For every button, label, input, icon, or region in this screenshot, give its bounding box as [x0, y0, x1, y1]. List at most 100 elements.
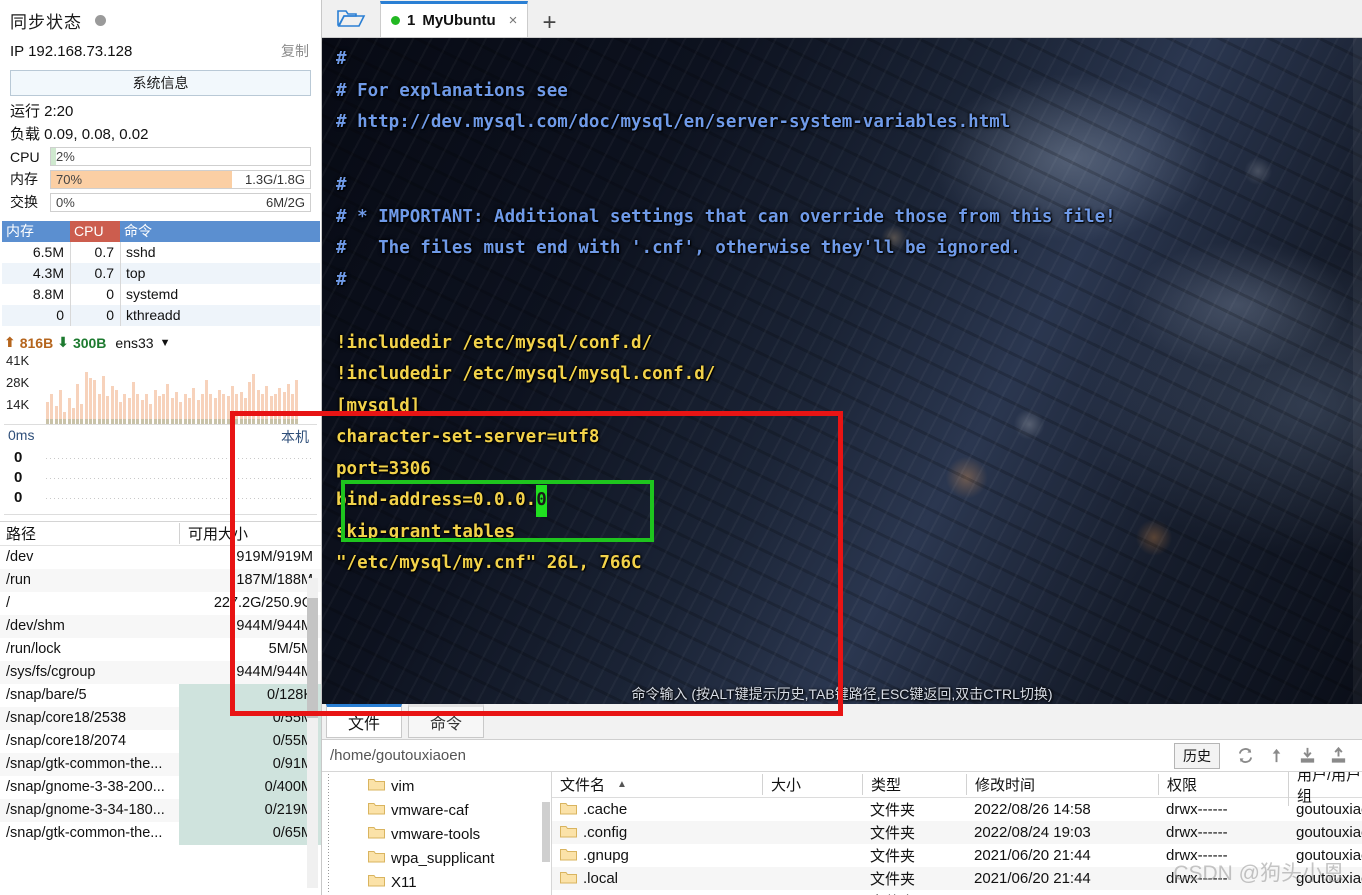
tree-item[interactable]: vmware-caf — [322, 798, 551, 822]
net-download-value: 300B — [72, 334, 107, 351]
file-col-name[interactable]: 文件名 ▲ — [552, 774, 762, 795]
network-bar — [252, 374, 256, 424]
tree-item[interactable]: vmware-tools — [322, 822, 551, 846]
file-list[interactable]: 文件名 ▲ 大小 类型 修改时间 权限 用户/用户组 .cache 文件夹 202… — [552, 772, 1362, 895]
terminal-tab-myubuntu[interactable]: 1 MyUbuntu × — [380, 1, 529, 37]
tab-commands[interactable]: 命令 — [408, 704, 484, 738]
file-row[interactable]: .cache 文件夹 2022/08/26 14:58 drwx------ gout… — [552, 798, 1362, 821]
terminal-screen[interactable]: # # For explanations see # http://dev.mysq… — [322, 38, 1362, 704]
disk-row[interactable]: /snap/core18/2538 0/55M — [0, 707, 321, 730]
path-input[interactable]: /home/goutouxiaoen — [330, 747, 1174, 764]
download-icon[interactable] — [1298, 746, 1317, 765]
network-traffic-graph: 41K 28K 14K — [4, 353, 317, 425]
disk-row[interactable]: /dev 919M/919M — [0, 546, 321, 569]
network-bar-secondary — [67, 419, 71, 424]
file-col-type[interactable]: 类型 — [862, 774, 966, 795]
terminal-line: character-set-server=utf8 — [336, 427, 600, 447]
close-icon[interactable]: × — [509, 12, 518, 29]
network-bar-secondary — [205, 419, 209, 424]
network-bar-secondary — [192, 419, 196, 424]
disk-table-scrollbar[interactable] — [307, 578, 318, 888]
tree-guide — [322, 774, 368, 798]
network-bar — [76, 384, 80, 424]
process-col-mem[interactable]: 内存 — [2, 221, 70, 242]
disk-col-size: 大小 — [218, 526, 249, 543]
terminal-line: port=3306 — [336, 458, 431, 479]
panel-tabs: 文件 命令 — [322, 704, 1362, 740]
parent-dir-icon[interactable] — [1267, 746, 1286, 765]
refresh-icon[interactable] — [1236, 746, 1255, 765]
network-bar — [248, 382, 252, 424]
terminal-line: # * IMPORTANT: Additional settings that … — [336, 206, 1116, 227]
disk-row[interactable]: /snap/gtk-common-the... 0/91M — [0, 753, 321, 776]
terminal-output: # # For explanations see # http://dev.mysq… — [336, 44, 1362, 580]
tab-connection-status-icon — [391, 16, 400, 25]
disk-col-path[interactable]: 路径 — [0, 523, 179, 544]
network-bar-secondary — [273, 419, 277, 424]
file-col-size[interactable]: 大小 — [762, 774, 862, 795]
uptime-label: 运行 2:20 — [10, 103, 74, 120]
disk-row[interactable]: /snap/bare/5 0/128K — [0, 684, 321, 707]
process-row[interactable]: 0 0 kthreadd — [2, 305, 320, 326]
process-col-cpu[interactable]: CPU — [70, 221, 120, 242]
file-col-perm[interactable]: 权限 — [1158, 774, 1288, 795]
file-mtime: 2021/06/20 21:44 — [974, 870, 1091, 887]
net-y-label-2: 28K — [6, 375, 30, 390]
file-mtime: 2022/08/24 19:03 — [974, 824, 1091, 841]
network-bar — [286, 384, 290, 424]
file-row[interactable]: .config 文件夹 2022/08/24 19:03 drwx------ gou… — [552, 821, 1362, 844]
disk-usage: 944M/944M — [236, 618, 313, 634]
network-bar-secondary — [261, 419, 264, 424]
process-row[interactable]: 8.8M 0 systemd — [2, 284, 320, 305]
tree-item-label: vmware-caf — [391, 801, 469, 819]
file-name: .local — [583, 870, 619, 887]
terminal-scrollbar[interactable] — [1353, 38, 1362, 704]
disk-row[interactable]: /snap/core18/2074 0/55M — [0, 730, 321, 753]
network-bar-secondary — [80, 419, 84, 424]
file-owner: goutouxiaoe... — [1296, 847, 1362, 864]
disk-row[interactable]: /run 187M/188M — [0, 569, 321, 592]
process-row[interactable]: 4.3M 0.7 top — [2, 263, 320, 284]
tree-item-label: vim — [391, 777, 415, 795]
tree-item[interactable]: vim — [322, 774, 551, 798]
system-info-button[interactable]: 系统信息 — [10, 70, 311, 96]
network-interface-label[interactable]: ens33 — [115, 335, 153, 351]
tree-item[interactable]: wpa_supplicant — [322, 846, 551, 870]
file-row[interactable]: .gnupg 文件夹 2021/06/20 21:44 drwx------ gout… — [552, 844, 1362, 867]
file-col-mtime[interactable]: 修改时间 — [966, 774, 1158, 795]
new-tab-button[interactable]: + — [528, 11, 568, 37]
disk-row[interactable]: /snap/gnome-3-34-180... 0/219M — [0, 799, 321, 822]
file-type: 文件夹 — [870, 871, 916, 888]
file-row[interactable]: .local 文件夹 2021/06/20 21:44 drwx------ gout… — [552, 867, 1362, 890]
open-folder-button[interactable] — [322, 0, 380, 37]
process-row[interactable]: 6.5M 0.7 sshd — [2, 242, 320, 263]
upload-icon[interactable] — [1329, 746, 1348, 765]
tree-item[interactable]: X11 — [322, 870, 551, 894]
directory-tree[interactable]: vim vmware-caf vmware-tools wpa_supplicant X… — [322, 772, 552, 895]
disk-row[interactable]: / 227.2G/250.9G — [0, 592, 321, 615]
chevron-down-icon[interactable]: ▼ — [160, 337, 171, 349]
network-bar-secondary — [200, 419, 204, 424]
terminal-line: # — [336, 49, 347, 69]
file-perm: drwx------ — [1166, 870, 1228, 887]
network-bar-secondary — [54, 419, 58, 424]
network-bar-secondary — [157, 419, 161, 424]
tab-files[interactable]: 文件 — [326, 704, 402, 738]
folder-icon — [368, 777, 385, 795]
sort-ascending-icon: ▲ — [617, 779, 627, 790]
history-button[interactable]: 历史 — [1174, 742, 1220, 769]
process-col-cmd[interactable]: 命令 — [120, 221, 320, 242]
copy-ip-button[interactable]: 复制 — [281, 41, 309, 61]
disk-row[interactable]: /snap/gnome-3-38-200... 0/400M — [0, 776, 321, 799]
directory-tree-scrollbar[interactable] — [542, 802, 550, 862]
disk-col-avail-size[interactable]: 可用大小 — [179, 523, 307, 544]
file-name: .gnupg — [583, 847, 629, 864]
file-row[interactable]: .mozilla 文件夹2021/06/20 21:46drwx------go… — [552, 890, 1362, 895]
disk-row[interactable]: /dev/shm 944M/944M — [0, 615, 321, 638]
disk-table-scrollbar-thumb[interactable] — [307, 598, 318, 718]
disk-row[interactable]: /sys/fs/cgroup 944M/944M — [0, 661, 321, 684]
disk-row[interactable]: /snap/gtk-common-the... 0/65M — [0, 822, 321, 845]
net-download-icon: ⬇ — [57, 334, 69, 350]
disk-row[interactable]: /run/lock 5M/5M — [0, 638, 321, 661]
network-bar-secondary — [256, 419, 260, 424]
